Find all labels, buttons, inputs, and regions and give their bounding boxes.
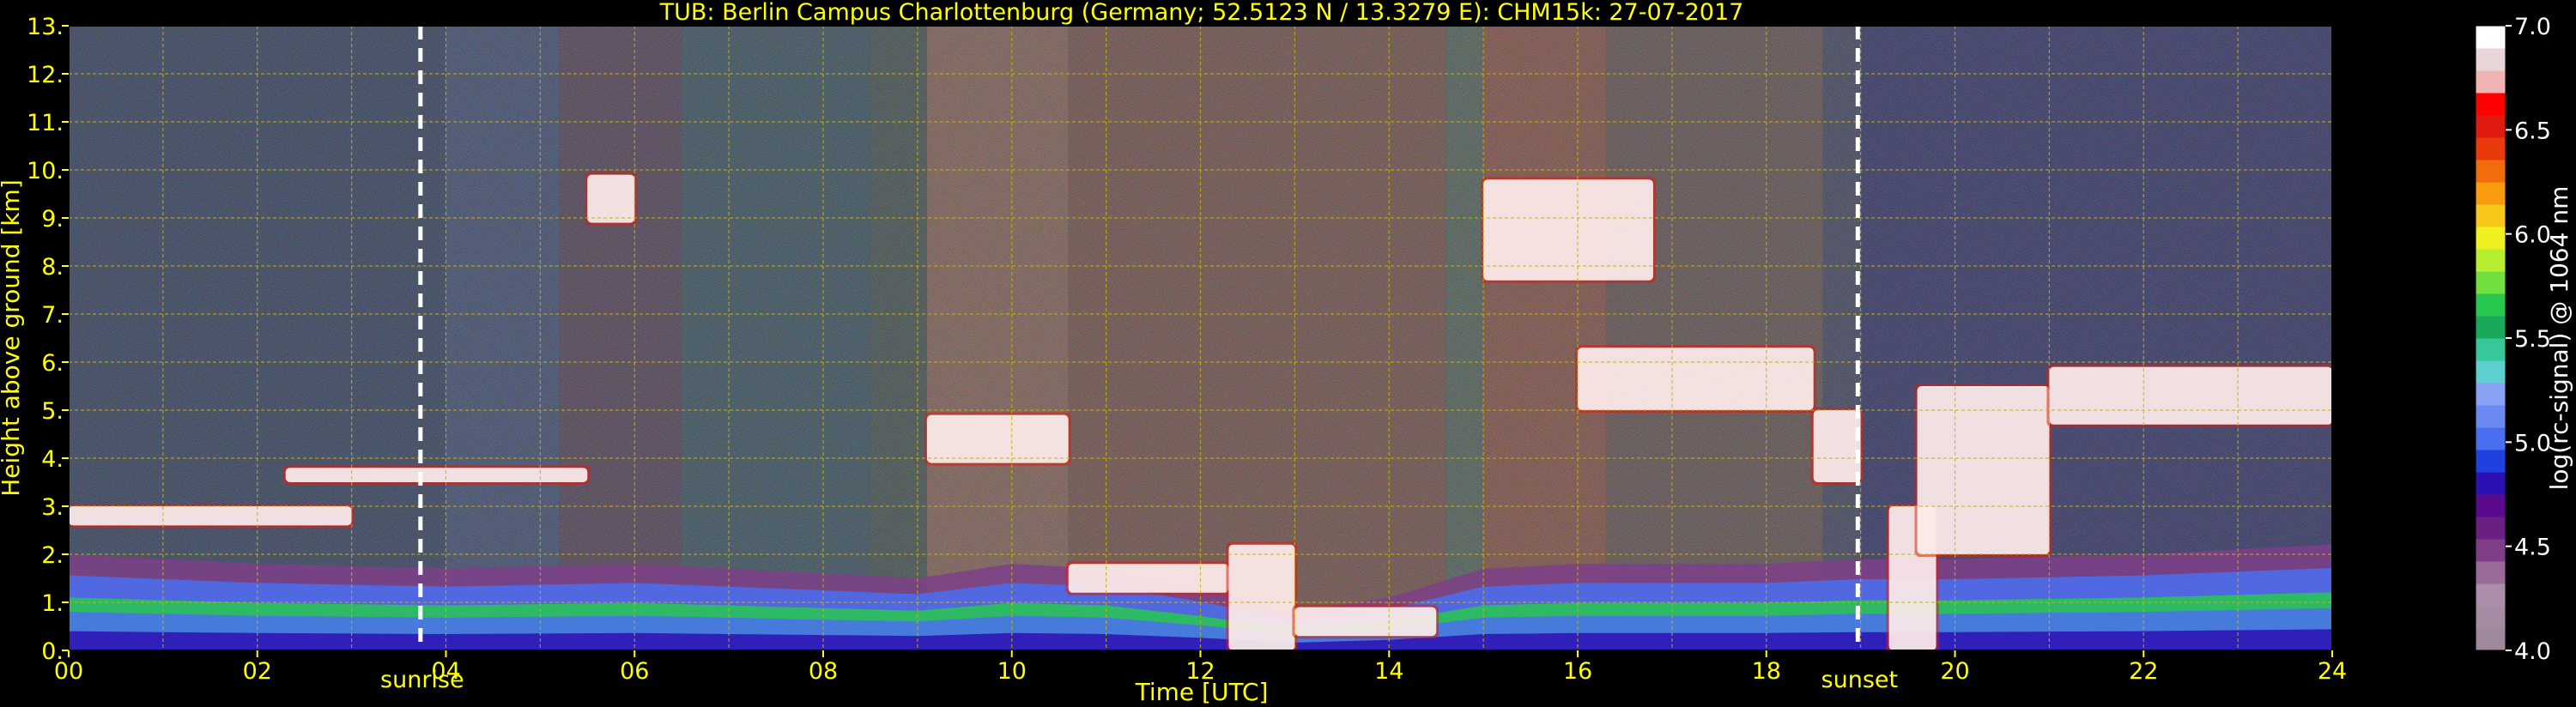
colorbar-swatch [2476,494,2506,517]
cloud-core [1294,607,1437,637]
chart-title: TUB: Berlin Campus Charlottenburg (Germa… [659,0,1744,26]
y-tick-label: 9. [41,206,64,233]
y-tick-label: 8. [41,254,64,281]
colorbar-swatch [2476,427,2506,450]
y-tick-label: 6. [41,350,64,377]
y-tick-label: 1. [41,590,64,617]
x-tick-label: 08 [809,658,838,685]
x-tick-label: 24 [2318,658,2347,685]
y-tick-label: 11. [27,110,64,136]
colorbar-swatch [2476,182,2506,205]
x-tick-label: 18 [1752,658,1781,685]
colorbar-swatch [2476,293,2506,317]
cloud-core [1228,544,1295,650]
colorbar-swatch [2476,48,2506,71]
y-tick-label: 13. [27,14,64,40]
lidar-backscatter-chart: TUB: Berlin Campus Charlottenburg (Germa… [0,0,2573,706]
colorbar-swatch [2476,583,2506,607]
y-axis-label: Height above ground [km] [0,179,25,497]
sun-marker-label: sunrise [380,667,464,693]
cloud-core [1917,386,2050,554]
colorbar-swatch [2476,271,2506,294]
y-tick-label: 2. [41,542,64,569]
cloud-core [1813,410,1861,482]
cloud-core [1578,347,1814,410]
y-tick-label: 7. [41,302,64,329]
colorbar-swatch [2476,561,2506,584]
colorbar-swatch [2476,360,2506,384]
colorbar [2475,25,2506,651]
cloud-core [285,468,588,482]
x-tick-label: 16 [1563,658,1592,685]
y-tick-label: 4. [41,446,64,473]
cloud-core [1483,179,1653,281]
colorbar-swatch [2476,137,2506,160]
cloud-core [587,174,635,223]
colorbar-swatch [2476,227,2506,250]
colorbar-ticks: 4.04.55.05.56.06.57.0 [2506,14,2551,665]
y-tick-label: 5. [41,398,64,425]
colorbar-tick-label: 7.0 [2514,14,2551,40]
colorbar-swatch [2476,93,2506,116]
colorbar-swatch [2476,405,2506,428]
colorbar-tick-label: 6.5 [2514,118,2551,144]
cloud-core [69,506,352,526]
x-tick-label: 02 [243,658,272,685]
colorbar-swatch [2476,115,2506,138]
colorbar-tick-label: 4.0 [2514,638,2551,665]
x-tick-label: 22 [2129,658,2158,685]
colorbar-swatch [2476,26,2506,49]
colorbar-swatch [2476,628,2506,651]
cloud-core [2049,366,2332,425]
y-tick-label: 10. [27,158,64,184]
x-axis-label: Time [UTC] [1135,678,1269,706]
x-tick-label: 10 [997,658,1027,685]
colorbar-swatch [2476,204,2506,227]
sun-marker-label: sunset [1821,667,1899,693]
y-tick-label: 3. [41,494,64,521]
colorbar-label: log(rc-signal) @ 1064 nm [2545,186,2573,491]
y-tick-label: 0. [41,638,64,665]
cloud-core [926,414,1069,463]
colorbar-swatch [2476,383,2506,406]
y-axis-ticks: 0. 1. 2. 3. 4. 5. 6. 7. 8. 9. 10. 11. 12. 13. [27,14,69,665]
colorbar-swatch [2476,517,2506,540]
colorbar-tick-label: 4.5 [2514,535,2551,561]
colorbar-swatch [2476,338,2506,361]
x-tick-label: 20 [1940,658,1969,685]
cloud-core [1068,564,1229,593]
colorbar-swatch [2476,249,2506,272]
x-tick-label: 06 [620,658,649,685]
x-tick-label: 14 [1374,658,1403,685]
colorbar-swatch [2476,539,2506,562]
colorbar-swatch [2476,316,2506,339]
colorbar-swatch [2476,472,2506,495]
colorbar-swatch [2476,606,2506,629]
y-tick-label: 12. [27,62,64,88]
plot-area [69,26,2332,650]
colorbar-swatch [2476,450,2506,473]
colorbar-swatch [2476,70,2506,94]
colorbar-swatch [2476,160,2506,183]
